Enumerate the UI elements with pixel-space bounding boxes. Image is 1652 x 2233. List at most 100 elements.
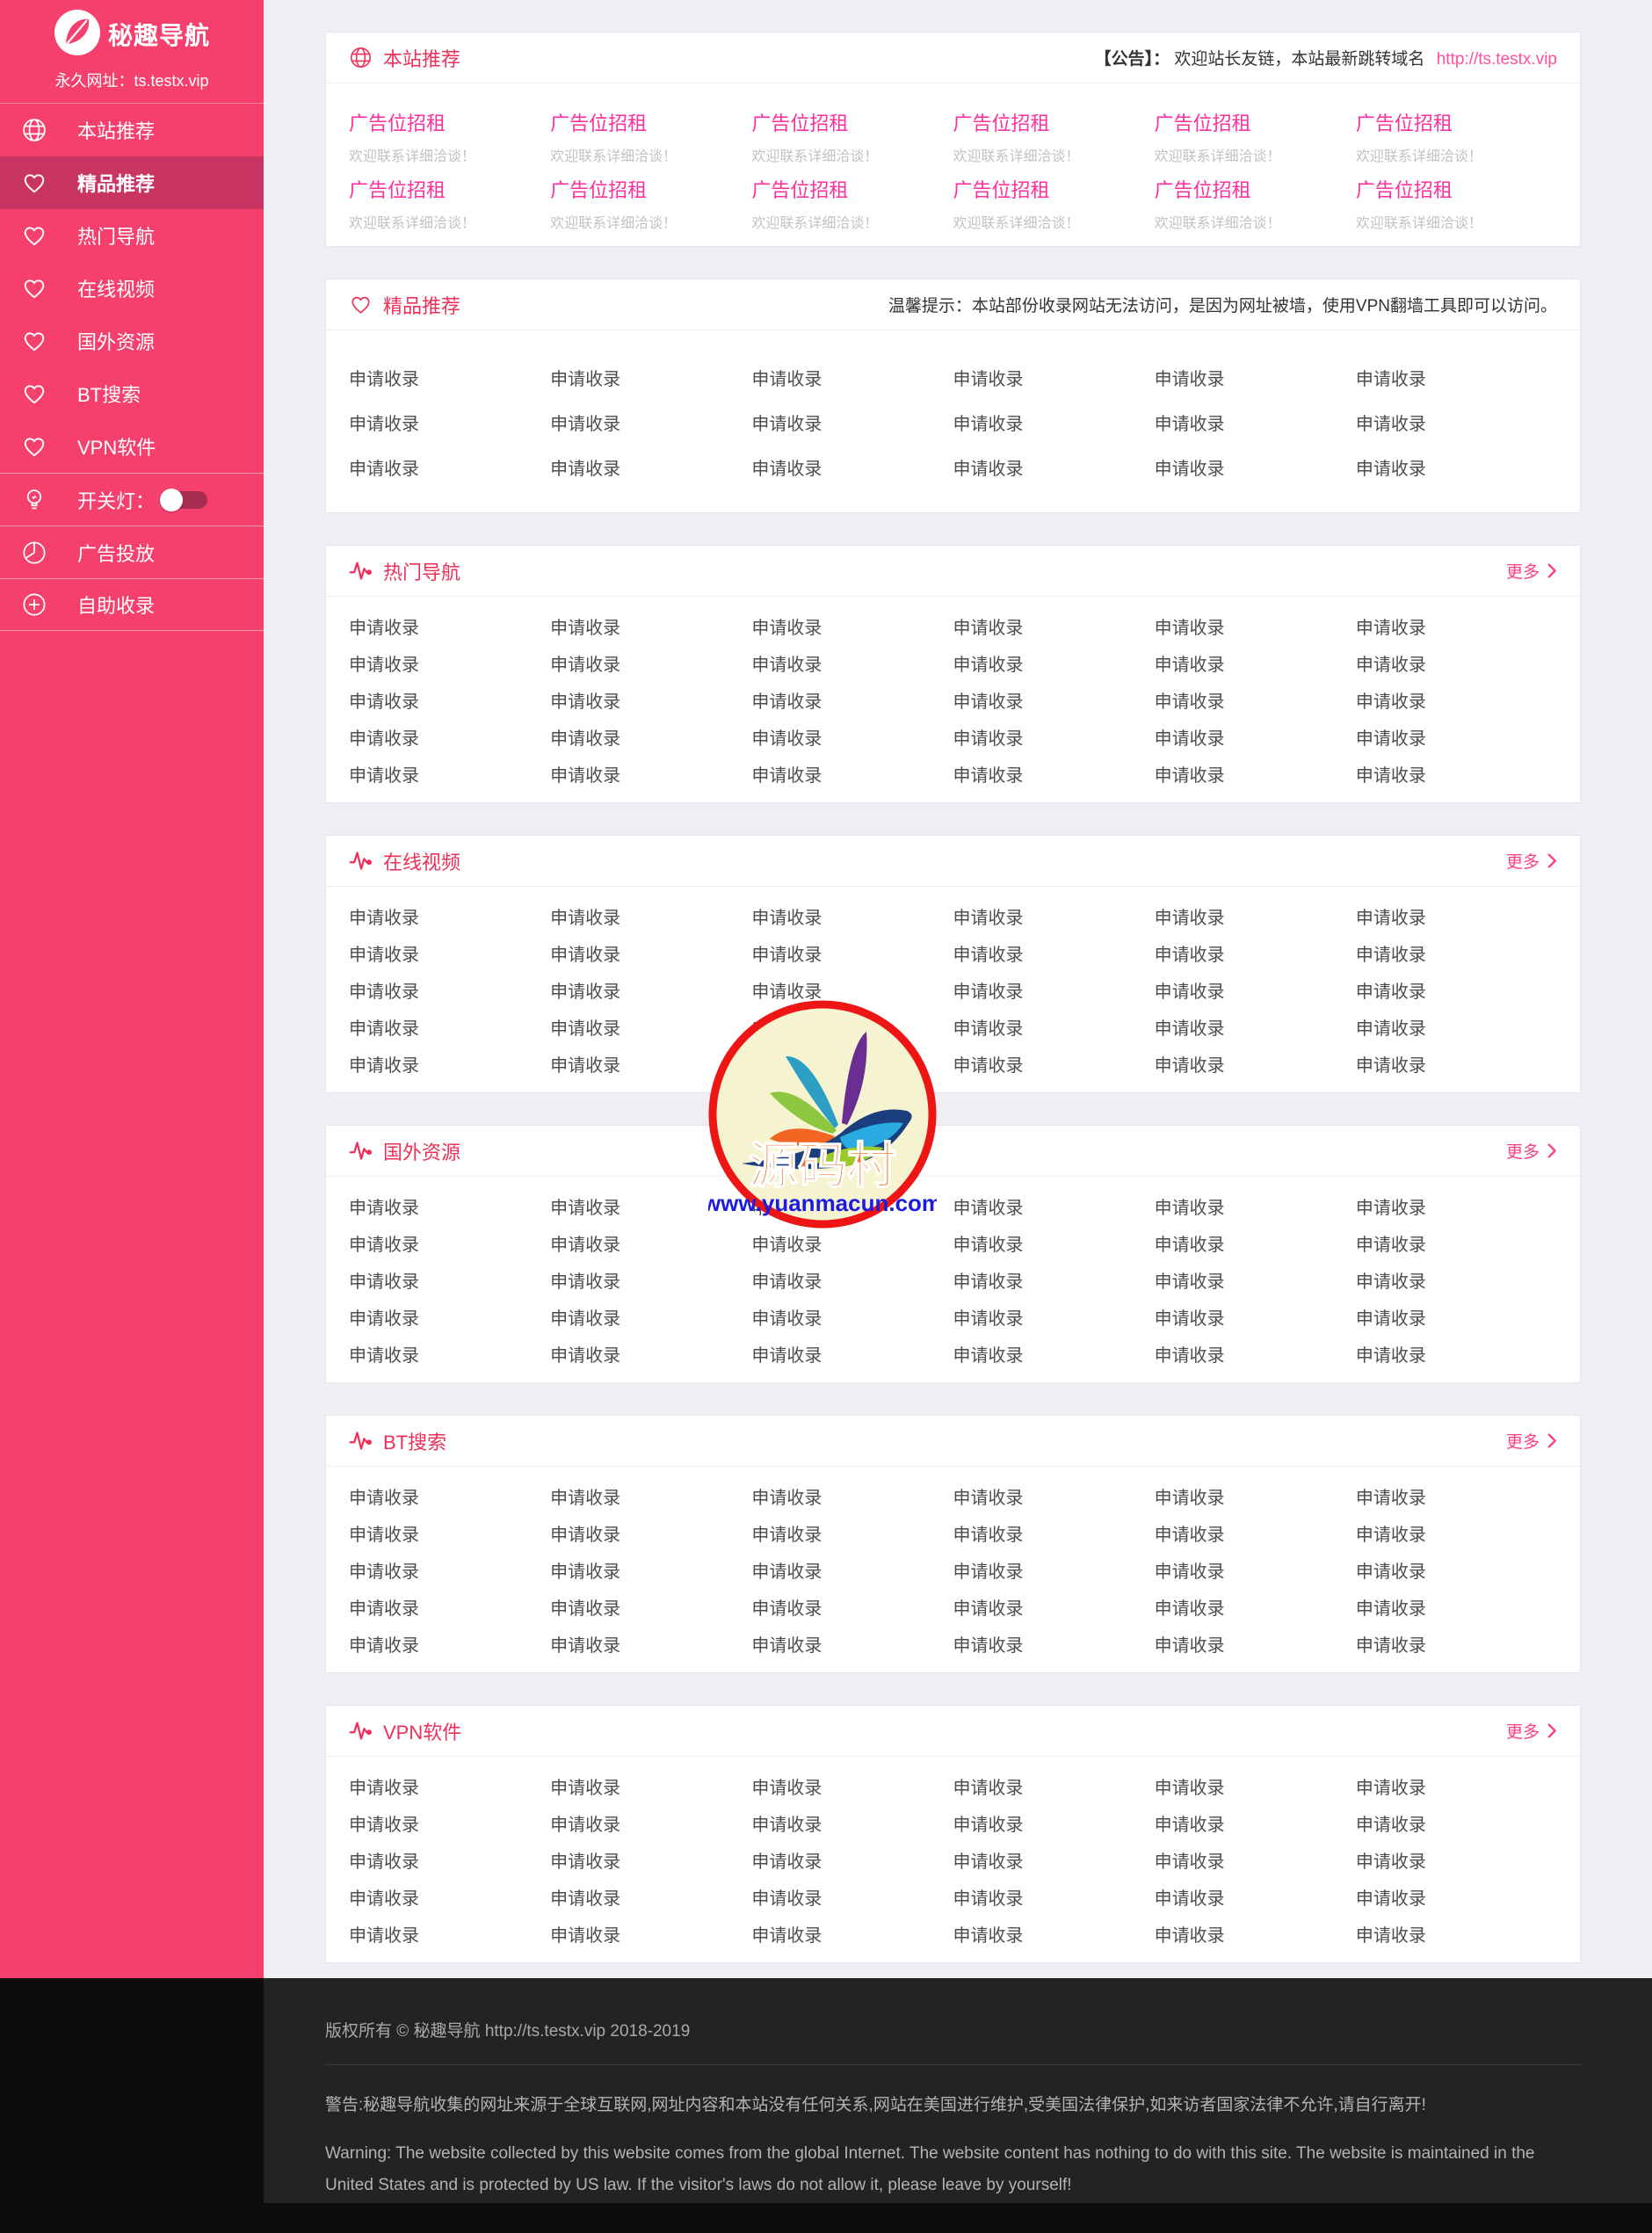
ad-slot[interactable]: 广告位招租 欢迎联系详细洽谈！ [1155,98,1356,164]
site-link[interactable]: 申请收录 [1356,934,1557,971]
site-link[interactable]: 申请收录 [349,607,550,644]
site-link[interactable]: 申请收录 [1356,1045,1557,1082]
site-link[interactable]: 申请收录 [953,681,1155,718]
site-link[interactable]: 申请收录 [953,1915,1155,1952]
sidebar-item-self-submit[interactable]: 自助收录 [0,578,264,631]
site-link[interactable]: 申请收录 [1155,644,1356,681]
more-link[interactable]: 更多 [1506,849,1557,873]
site-link[interactable]: 申请收录 [953,1625,1155,1662]
site-link[interactable]: 申请收录 [550,1767,751,1804]
site-link[interactable]: 申请收录 [953,644,1155,681]
site-link[interactable]: 申请收录 [953,1298,1155,1335]
site-link[interactable]: 申请收录 [751,644,953,681]
site-link[interactable]: 申请收录 [349,1261,550,1298]
site-link[interactable]: 申请收录 [1155,355,1356,400]
site-link[interactable]: 申请收录 [751,1878,953,1915]
site-link[interactable]: 申请收录 [550,1551,751,1588]
site-link[interactable]: 申请收录 [953,1187,1155,1224]
site-link[interactable]: 申请收录 [751,355,953,400]
site-link[interactable]: 申请收录 [1155,1298,1356,1335]
site-link[interactable]: 申请收录 [550,1298,751,1335]
ad-slot[interactable]: 广告位招租 欢迎联系详细洽谈！ [349,98,550,164]
site-link[interactable]: 申请收录 [953,1335,1155,1372]
site-link[interactable]: 申请收录 [751,1551,953,1588]
site-link[interactable]: 申请收录 [751,1224,953,1261]
site-link[interactable]: 申请收录 [349,1187,550,1224]
site-link[interactable]: 申请收录 [751,1298,953,1335]
sidebar-item-vpn-software[interactable]: VPN软件 [0,420,264,473]
site-link[interactable]: 申请收录 [1356,1915,1557,1952]
site-link[interactable]: 申请收录 [1356,1588,1557,1625]
site-link[interactable]: 申请收录 [550,1878,751,1915]
sidebar-item-foreign-resources[interactable]: 国外资源 [0,315,264,367]
site-link[interactable]: 申请收录 [1155,755,1356,792]
sidebar-item-featured[interactable]: 精品推荐 [0,156,264,209]
site-link[interactable]: 申请收录 [953,355,1155,400]
site-link[interactable]: 申请收录 [1356,1477,1557,1514]
site-link[interactable]: 申请收录 [349,644,550,681]
more-link[interactable]: 更多 [1506,1139,1557,1163]
site-link[interactable]: 申请收录 [550,897,751,934]
site-link[interactable]: 申请收录 [1155,971,1356,1008]
site-link[interactable]: 申请收录 [550,755,751,792]
site-link[interactable]: 申请收录 [953,1588,1155,1625]
site-link[interactable]: 申请收录 [953,445,1155,489]
ad-slot[interactable]: 广告位招租 欢迎联系详细洽谈！ [953,98,1155,164]
site-link[interactable]: 申请收录 [1356,1625,1557,1662]
site-link[interactable]: 申请收录 [349,681,550,718]
site-link[interactable]: 申请收录 [550,1187,751,1224]
site-link[interactable]: 申请收录 [1356,1551,1557,1588]
site-link[interactable]: 申请收录 [1155,1187,1356,1224]
site-link[interactable]: 申请收录 [751,934,953,971]
site-link[interactable]: 申请收录 [349,718,550,755]
site-link[interactable]: 申请收录 [550,1915,751,1952]
site-link[interactable]: 申请收录 [953,1878,1155,1915]
site-link[interactable]: 申请收录 [1155,1767,1356,1804]
site-link[interactable]: 申请收录 [550,607,751,644]
site-link[interactable]: 申请收录 [953,1514,1155,1551]
site-link[interactable]: 申请收录 [1356,1335,1557,1372]
site-link[interactable]: 申请收录 [349,1477,550,1514]
site-link[interactable]: 申请收录 [1155,1551,1356,1588]
site-link[interactable]: 申请收录 [1356,1008,1557,1045]
site-link[interactable]: 申请收录 [953,1804,1155,1841]
site-link[interactable]: 申请收录 [1356,1878,1557,1915]
site-link[interactable]: 申请收录 [953,1045,1155,1082]
site-link[interactable]: 申请收录 [1356,718,1557,755]
site-link[interactable]: 申请收录 [953,971,1155,1008]
site-link[interactable]: 申请收录 [953,718,1155,755]
sidebar-item-bt-search[interactable]: BT搜索 [0,367,264,420]
site-link[interactable]: 申请收录 [1155,1224,1356,1261]
site-link[interactable]: 申请收录 [1356,400,1557,445]
site-link[interactable]: 申请收录 [1356,445,1557,489]
site-link[interactable]: 申请收录 [1356,1767,1557,1804]
site-link[interactable]: 申请收录 [1155,1588,1356,1625]
site-link[interactable]: 申请收录 [751,400,953,445]
site-link[interactable]: 申请收录 [349,1335,550,1372]
site-link[interactable]: 申请收录 [953,400,1155,445]
more-link[interactable]: 更多 [1506,1429,1557,1453]
site-link[interactable]: 申请收录 [1356,1261,1557,1298]
site-link[interactable]: 申请收录 [1356,1224,1557,1261]
ad-slot[interactable]: 广告位招租 欢迎联系详细洽谈！ [349,164,550,231]
site-link[interactable]: 申请收录 [349,934,550,971]
site-link[interactable]: 申请收录 [953,934,1155,971]
site-link[interactable]: 申请收录 [751,755,953,792]
site-link[interactable]: 申请收录 [953,1008,1155,1045]
site-link[interactable]: 申请收录 [751,1008,953,1045]
site-link[interactable]: 申请收录 [1356,1298,1557,1335]
site-link[interactable]: 申请收录 [349,1551,550,1588]
site-link[interactable]: 申请收录 [550,1477,751,1514]
site-link[interactable]: 申请收录 [1155,1008,1356,1045]
site-link[interactable]: 申请收录 [1356,1804,1557,1841]
more-link[interactable]: 更多 [1506,1719,1557,1743]
site-link[interactable]: 申请收录 [1356,607,1557,644]
site-link[interactable]: 申请收录 [349,1588,550,1625]
site-link[interactable]: 申请收录 [1155,1841,1356,1878]
site-link[interactable]: 申请收录 [550,971,751,1008]
site-link[interactable]: 申请收录 [349,355,550,400]
site-link[interactable]: 申请收录 [953,1551,1155,1588]
site-link[interactable]: 申请收录 [349,400,550,445]
ad-slot[interactable]: 广告位招租 欢迎联系详细洽谈！ [550,98,751,164]
site-link[interactable]: 申请收录 [349,1045,550,1082]
